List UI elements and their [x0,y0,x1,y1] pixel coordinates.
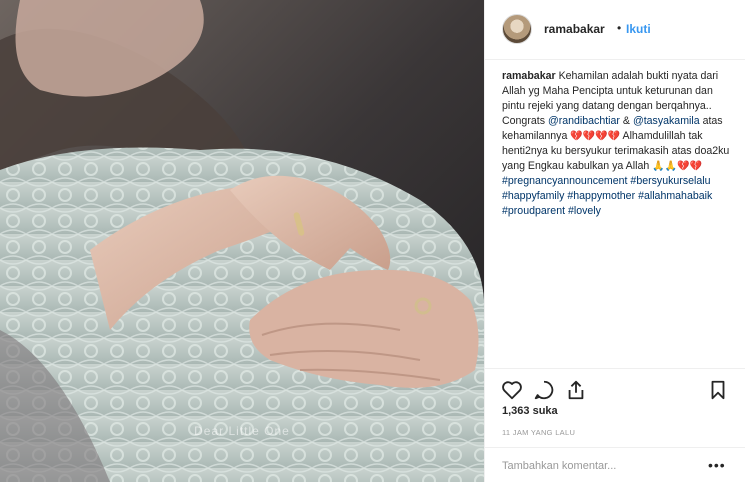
likes-count[interactable]: 1,363 suka [502,405,558,417]
post-caption: ramabakar Kehamilan adalah bukti nyata d… [502,69,735,219]
action-bar [485,368,745,402]
hashtag[interactable]: #allahmahabaik [638,190,712,202]
comment-icon[interactable] [533,379,555,401]
header-username[interactable]: ramabakar [544,22,605,36]
instagram-post: Dear Little One ramabakar • Ikuti ramaba… [0,0,745,482]
post-media[interactable]: Dear Little One [0,0,484,482]
hashtag[interactable]: #proudparent [502,205,565,217]
follow-button[interactable]: Ikuti [626,22,651,36]
bookmark-icon[interactable] [707,379,729,401]
comment-input[interactable]: Tambahkan komentar... [502,460,616,472]
share-icon[interactable] [565,379,587,401]
post-photo [0,0,484,482]
hashtag[interactable]: #happymother [567,190,635,202]
post-side-panel: ramabakar • Ikuti ramabakar Kehamilan ad… [484,0,745,482]
hashtag[interactable]: #happyfamily [502,190,564,202]
post-timestamp: 11 JAM YANG LALU [502,428,576,437]
mention-tasyakamila[interactable]: @tasyakamila [633,115,700,127]
broken-heart-emojis: 💔💔💔💔 [570,131,621,142]
video-overlay-text: Dear Little One [194,424,290,438]
more-options-icon[interactable]: ••• [708,457,726,473]
caption-username[interactable]: ramabakar [502,70,556,82]
hashtag[interactable]: #bersyukurselalu [630,175,710,187]
post-header: ramabakar • Ikuti [485,0,745,60]
mention-randibachtiar[interactable]: @randibachtiar [548,115,620,127]
header-separator: • [617,21,622,35]
avatar[interactable] [502,14,532,44]
pray-heart-emojis: 🙏🙏💔💔 [652,161,703,172]
hashtag[interactable]: #pregnancyannouncement [502,175,627,187]
hashtag[interactable]: #lovely [568,205,601,217]
caption-amp: & [622,115,630,127]
heart-icon[interactable] [501,379,523,401]
add-comment-bar: Tambahkan komentar... ••• [485,447,745,482]
